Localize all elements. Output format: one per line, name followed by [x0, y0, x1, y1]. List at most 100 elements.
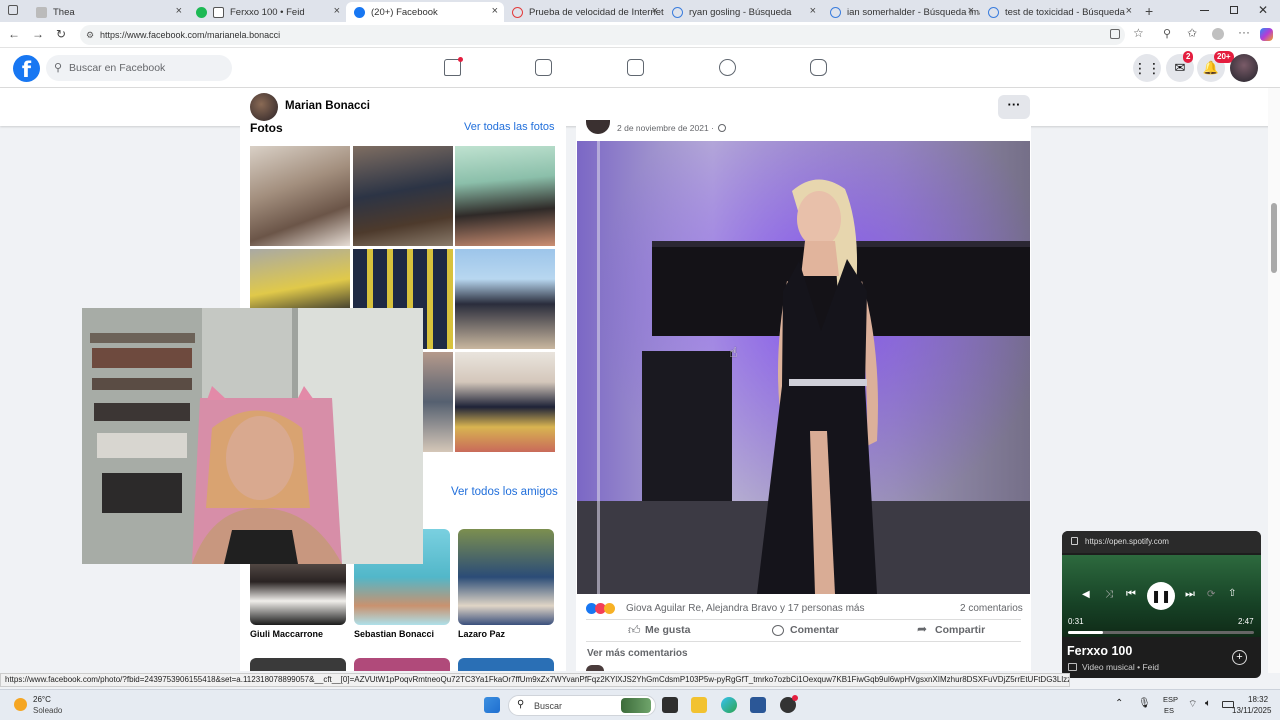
browser-tab[interactable]: Prueba de velocidad de Internet ×: [504, 2, 664, 22]
photo-thumbnail[interactable]: [455, 352, 555, 452]
wifi-icon[interactable]: ⌔: [1188, 698, 1197, 711]
minimize-icon[interactable]: [1200, 10, 1209, 11]
browser-tab[interactable]: ryan gosling - Búsqueda ×: [664, 2, 822, 22]
back-icon[interactable]: ←: [8, 27, 20, 41]
share-icon[interactable]: ⇧: [1228, 588, 1236, 599]
next-track-icon[interactable]: ⏭: [1185, 588, 1195, 601]
copilot-icon[interactable]: [1260, 28, 1273, 41]
page-scrollbar[interactable]: [1268, 88, 1280, 673]
see-all-friends-link[interactable]: Ver todos los amigos: [451, 486, 558, 498]
start-windows-icon[interactable]: [484, 697, 500, 713]
friend-photo[interactable]: [354, 658, 450, 671]
new-tab-button[interactable]: +: [1145, 3, 1153, 19]
extensions-icon[interactable]: ⚲: [1163, 27, 1171, 40]
comments-count[interactable]: 2 comentarios: [960, 603, 1023, 614]
see-all-photos-link[interactable]: Ver todas las fotos: [464, 121, 555, 133]
microphone-icon[interactable]: 🎙︎: [1138, 698, 1151, 709]
menu-grid-icon[interactable]: ⋮⋮: [1133, 54, 1161, 82]
groups-icon[interactable]: [719, 59, 736, 76]
repeat-icon[interactable]: ⟳: [1207, 589, 1215, 600]
marketplace-icon[interactable]: [627, 59, 644, 76]
friend-name[interactable]: Sebastian Bonacci: [354, 629, 434, 639]
spotify-url: https://open.spotify.com: [1085, 537, 1169, 546]
profile-name[interactable]: Marian Bonacci: [285, 100, 370, 112]
reload-icon[interactable]: ↻: [56, 27, 66, 41]
favorite-star-icon[interactable]: ☆: [1133, 26, 1144, 40]
video-icon[interactable]: [535, 59, 552, 76]
browser-tab[interactable]: Ferxxo 100 • Feid ×: [188, 2, 346, 22]
friend-photo[interactable]: [458, 529, 554, 625]
site-info-icon[interactable]: ⚙: [86, 25, 94, 45]
comment-button[interactable]: Comentar: [790, 624, 839, 636]
like-button[interactable]: Me gusta: [645, 624, 691, 636]
add-icon[interactable]: +: [1232, 650, 1247, 665]
tab-close-icon[interactable]: ×: [492, 5, 498, 17]
tab-close-icon[interactable]: ×: [334, 5, 340, 17]
shuffle-icon[interactable]: ⤨: [1105, 589, 1113, 600]
language-code[interactable]: ESP: [1163, 695, 1178, 704]
progress-bar[interactable]: [1068, 631, 1254, 634]
browser-tab[interactable]: test de toxicidad - Búsqueda ×: [980, 2, 1138, 22]
browser-tab[interactable]: Thea ×: [28, 2, 188, 22]
facebook-logo[interactable]: f: [13, 55, 40, 82]
weather-condition[interactable]: Soleado: [33, 706, 62, 715]
photo-thumbnail[interactable]: [250, 146, 350, 246]
photo-thumbnail[interactable]: [353, 146, 453, 246]
word-icon[interactable]: [750, 697, 766, 713]
speaker-icon[interactable]: 🔈︎: [1205, 698, 1211, 709]
spotify-mini-player[interactable]: https://open.spotify.com ◀ ⤨ ⏮ ❚❚ ⏭ ⟳ ⇧ …: [1062, 531, 1261, 678]
scroll-thumb[interactable]: [1271, 203, 1277, 273]
install-app-icon[interactable]: [1110, 29, 1120, 39]
reactions-text[interactable]: Giova Aguilar Re, Alejandra Bravo y 17 p…: [626, 603, 864, 614]
forward-icon[interactable]: →: [32, 27, 44, 41]
friend-name[interactable]: Giuli Maccarrone: [250, 629, 323, 639]
gaming-icon[interactable]: [810, 59, 827, 76]
collections-icon[interactable]: [1212, 28, 1224, 40]
tab-close-icon[interactable]: ×: [968, 5, 974, 17]
tab-close-icon[interactable]: ×: [652, 5, 658, 17]
friend-photo[interactable]: [458, 658, 554, 671]
tab-title: Prueba de velocidad de Internet: [529, 6, 664, 18]
volume-icon[interactable]: ◀: [1082, 589, 1090, 600]
photo-thumbnail[interactable]: [455, 249, 555, 349]
friend-name[interactable]: Lazaro Paz: [458, 629, 505, 639]
tray-chevron-icon[interactable]: ⌃: [1115, 698, 1123, 709]
task-view-icon[interactable]: [662, 697, 678, 713]
window-menu-icon[interactable]: [8, 5, 18, 15]
post-author-avatar[interactable]: [586, 120, 610, 134]
more-options-button[interactable]: ···: [998, 95, 1030, 119]
share-button[interactable]: Compartir: [935, 624, 985, 636]
tab-close-icon[interactable]: ×: [176, 5, 182, 17]
clock-date[interactable]: 13/11/2025: [1232, 706, 1271, 715]
photo-thumbnail[interactable]: [455, 146, 555, 246]
account-avatar[interactable]: [1230, 54, 1258, 82]
post-date[interactable]: 2 de noviembre de 2021 ·: [617, 123, 714, 133]
pause-button[interactable]: ❚❚: [1147, 582, 1175, 610]
favorites-icon[interactable]: ✩: [1187, 26, 1197, 40]
maximize-icon[interactable]: [1230, 6, 1238, 14]
browser-tab[interactable]: ian somerhalder - Búsqueda imá ×: [822, 2, 980, 22]
file-explorer-icon[interactable]: [691, 697, 707, 713]
close-window-icon[interactable]: ✕: [1258, 3, 1268, 17]
address-bar[interactable]: ⚙ https://www.facebook.com/marianela.bon…: [80, 25, 1125, 45]
edge-icon[interactable]: [721, 697, 737, 713]
search-input[interactable]: ⚲ Buscar en Facebook: [46, 55, 232, 81]
more-menu-icon[interactable]: ···: [1238, 25, 1250, 39]
avatar[interactable]: [250, 93, 278, 121]
tab-close-icon[interactable]: ×: [810, 5, 816, 17]
tab-title: ryan gosling - Búsqueda: [689, 6, 792, 18]
tab-close-icon[interactable]: ×: [1126, 5, 1132, 17]
weather-temperature[interactable]: 26°C: [33, 695, 51, 704]
taskbar-search[interactable]: ⚲ Buscar: [508, 695, 656, 716]
clock-time[interactable]: 18:32: [1248, 695, 1268, 704]
speedtest-icon: [512, 6, 523, 18]
previous-track-icon[interactable]: ⏮: [1126, 588, 1136, 601]
tab-title: test de toxicidad - Búsqueda: [1005, 6, 1125, 18]
browser-tab-active[interactable]: (20+) Facebook ×: [346, 2, 504, 22]
more-comments-link[interactable]: Ver más comentarios: [587, 648, 688, 659]
friend-photo[interactable]: [250, 658, 346, 671]
weather-sun-icon[interactable]: [14, 698, 27, 711]
post-photo[interactable]: ☝: [577, 141, 1030, 594]
language-region[interactable]: ES: [1164, 706, 1174, 715]
search-icon: ⚲: [517, 699, 525, 710]
